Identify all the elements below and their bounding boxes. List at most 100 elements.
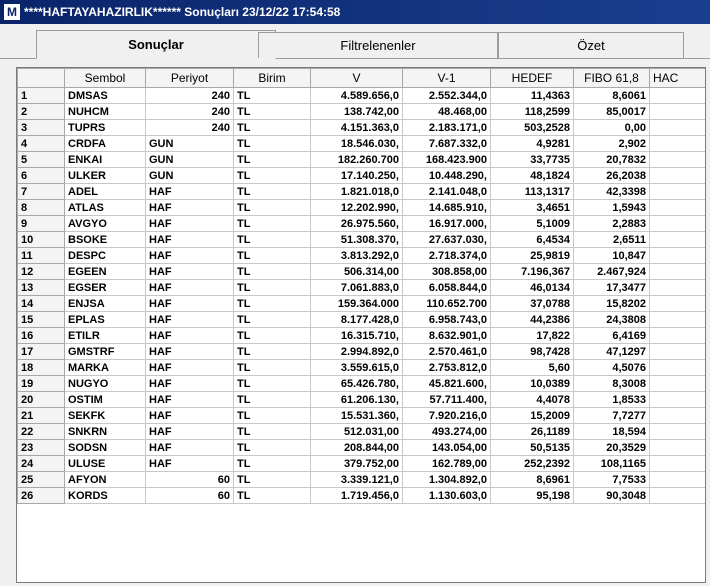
fibo-cell: 85,0017: [573, 103, 650, 120]
symbol-cell: DMSAS: [64, 87, 146, 104]
fibo-cell: 1,8533: [573, 391, 650, 408]
fibo-cell: 7,7533: [573, 471, 650, 488]
table-row[interactable]: 11 DESPC HAF TL 3.813.292,0 2.718.374,0 25,981…: [17, 247, 705, 264]
column-header-v[interactable]: V: [310, 68, 403, 88]
target-cell: 33,7735: [490, 151, 574, 168]
hac-cell: [649, 455, 705, 472]
table-row[interactable]: 13 EGSER HAF TL 7.061.883,0 6.058.844,0 46,013…: [17, 279, 705, 296]
v1-cell: 27.637.030,: [402, 231, 491, 248]
hac-cell: [649, 183, 705, 200]
v-cell: 1.821.018,0: [310, 183, 403, 200]
v1-cell: 2.552.344,0: [402, 87, 491, 104]
table-row[interactable]: 17 GMSTRF HAF TL 2.994.892,0 2.570.461,0 98,74…: [17, 343, 705, 360]
target-cell: 37,0788: [490, 295, 574, 312]
table-row[interactable]: 18 MARKA HAF TL 3.559.615,0 2.753.812,0 5,60 4,…: [17, 359, 705, 376]
column-header-rownum[interactable]: [17, 68, 65, 88]
column-header-v1[interactable]: V-1: [402, 68, 491, 88]
table-row[interactable]: 21 SEKFK HAF TL 15.531.360, 7.920.216,0 15,200…: [17, 407, 705, 424]
symbol-cell: SODSN: [64, 439, 146, 456]
unit-cell: TL: [233, 279, 311, 296]
tab-sonuclar[interactable]: Sonuçlar: [36, 30, 276, 59]
table-row[interactable]: 6 ULKER GUN TL 17.140.250, 10.448.290, 48,1824…: [17, 167, 705, 184]
row-number: 4: [17, 135, 65, 152]
unit-cell: TL: [233, 455, 311, 472]
table-row[interactable]: 25 AFYON 60 TL 3.339.121,0 1.304.892,0 8,6961 7…: [17, 471, 705, 488]
column-header-fibo[interactable]: FIBO 61,8: [573, 68, 650, 88]
table-row[interactable]: 14 ENJSA HAF TL 159.364.000 110.652.700 37,078…: [17, 295, 705, 312]
v-cell: 2.994.892,0: [310, 343, 403, 360]
column-header-sembol[interactable]: Sembol: [64, 68, 146, 88]
v-cell: 16.315.710,: [310, 327, 403, 344]
v1-cell: 14.685.910,: [402, 199, 491, 216]
fibo-cell: 8,6061: [573, 87, 650, 104]
hac-cell: [649, 471, 705, 488]
results-table: Sembol Periyot Birim V V-1 HEDEF FIBO 61,8 HAC …: [17, 68, 705, 504]
table-row[interactable]: 3 TUPRS 240 TL 4.151.363,0 2.183.171,0 503,252…: [17, 119, 705, 136]
symbol-cell: DESPC: [64, 247, 146, 264]
table-row[interactable]: 24 ULUSE HAF TL 379.752,00 162.789,00 252,2392…: [17, 455, 705, 472]
table-row[interactable]: 4 CRDFA GUN TL 18.546.030, 7.687.332,0 4,9281 2…: [17, 135, 705, 152]
period-cell: 60: [145, 487, 234, 504]
results-grid[interactable]: Sembol Periyot Birim V V-1 HEDEF FIBO 61,8 HAC …: [16, 67, 706, 583]
symbol-cell: NUGYO: [64, 375, 146, 392]
row-number: 6: [17, 167, 65, 184]
fibo-cell: 20,3529: [573, 439, 650, 456]
symbol-cell: ATLAS: [64, 199, 146, 216]
column-header-periyot[interactable]: Periyot: [145, 68, 234, 88]
table-row[interactable]: 1 DMSAS 240 TL 4.589.656,0 2.552.344,0 11,4363…: [17, 87, 705, 104]
v1-cell: 57.711.400,: [402, 391, 491, 408]
table-row[interactable]: 7 ADEL HAF TL 1.821.018,0 2.141.048,0 113,1317…: [17, 183, 705, 200]
table-body: 1 DMSAS 240 TL 4.589.656,0 2.552.344,0 11,4363…: [17, 87, 705, 504]
fibo-cell: 2,902: [573, 135, 650, 152]
table-row[interactable]: 5 ENKAI GUN TL 182.260.700 168.423.900 33,7735…: [17, 151, 705, 168]
unit-cell: TL: [233, 263, 311, 280]
unit-cell: TL: [233, 439, 311, 456]
row-number: 14: [17, 295, 65, 312]
fibo-cell: 10,847: [573, 247, 650, 264]
period-cell: HAF: [145, 455, 234, 472]
title-bar[interactable]: M ****HAFTAYAHAZIRLIK****** Sonuçları 23…: [0, 0, 710, 24]
v-cell: 51.308.370,: [310, 231, 403, 248]
period-cell: 240: [145, 119, 234, 136]
v-cell: 379.752,00: [310, 455, 403, 472]
column-header-hedef[interactable]: HEDEF: [490, 68, 574, 88]
hac-cell: [649, 375, 705, 392]
unit-cell: TL: [233, 327, 311, 344]
row-number: 5: [17, 151, 65, 168]
table-row[interactable]: 26 KORDS 60 TL 1.719.456,0 1.130.603,0 95,198 9…: [17, 487, 705, 504]
table-row[interactable]: 22 SNKRN HAF TL 512.031,00 493.274,00 26,1189 1…: [17, 423, 705, 440]
row-number: 21: [17, 407, 65, 424]
table-row[interactable]: 23 SODSN HAF TL 208.844,00 143.054,00 50,5135 2…: [17, 439, 705, 456]
table-row[interactable]: 10 BSOKE HAF TL 51.308.370, 27.637.030, 6,4534…: [17, 231, 705, 248]
row-number: 7: [17, 183, 65, 200]
v-cell: 4.151.363,0: [310, 119, 403, 136]
unit-cell: TL: [233, 231, 311, 248]
table-row[interactable]: 8 ATLAS HAF TL 12.202.990, 14.685.910, 3,4651 1…: [17, 199, 705, 216]
target-cell: 95,198: [490, 487, 574, 504]
hac-cell: [649, 119, 705, 136]
row-number: 18: [17, 359, 65, 376]
row-number: 9: [17, 215, 65, 232]
table-row[interactable]: 15 EPLAS HAF TL 8.177.428,0 6.958.743,0 44,238…: [17, 311, 705, 328]
table-row[interactable]: 16 ETILR HAF TL 16.315.710, 8.632.901,0 17,822…: [17, 327, 705, 344]
fibo-cell: 7,7277: [573, 407, 650, 424]
table-row[interactable]: 9 AVGYO HAF TL 26.975.560, 16.917.000, 5,1009 2…: [17, 215, 705, 232]
unit-cell: TL: [233, 87, 311, 104]
table-row[interactable]: 19 NUGYO HAF TL 65.426.780, 45.821.600, 10,038…: [17, 375, 705, 392]
column-header-birim[interactable]: Birim: [233, 68, 311, 88]
column-header-hac[interactable]: HAC: [649, 68, 705, 88]
hac-cell: [649, 407, 705, 424]
hac-cell: [649, 231, 705, 248]
table-row[interactable]: 2 NUHCM 240 TL 138.742,00 48.468,00 118,2599 85…: [17, 103, 705, 120]
table-row[interactable]: 12 EGEEN HAF TL 506.314,00 308.858,00 7.196,36…: [17, 263, 705, 280]
fibo-cell: 42,3398: [573, 183, 650, 200]
app-icon[interactable]: M: [4, 4, 20, 20]
tab-ozet[interactable]: Özet: [498, 32, 684, 58]
unit-cell: TL: [233, 167, 311, 184]
target-cell: 11,4363: [490, 87, 574, 104]
unit-cell: TL: [233, 311, 311, 328]
target-cell: 118,2599: [490, 103, 574, 120]
unit-cell: TL: [233, 343, 311, 360]
table-row[interactable]: 20 OSTIM HAF TL 61.206.130, 57.711.400, 4,4078…: [17, 391, 705, 408]
tab-filtrelenenler[interactable]: Filtrelenenler: [258, 32, 498, 58]
